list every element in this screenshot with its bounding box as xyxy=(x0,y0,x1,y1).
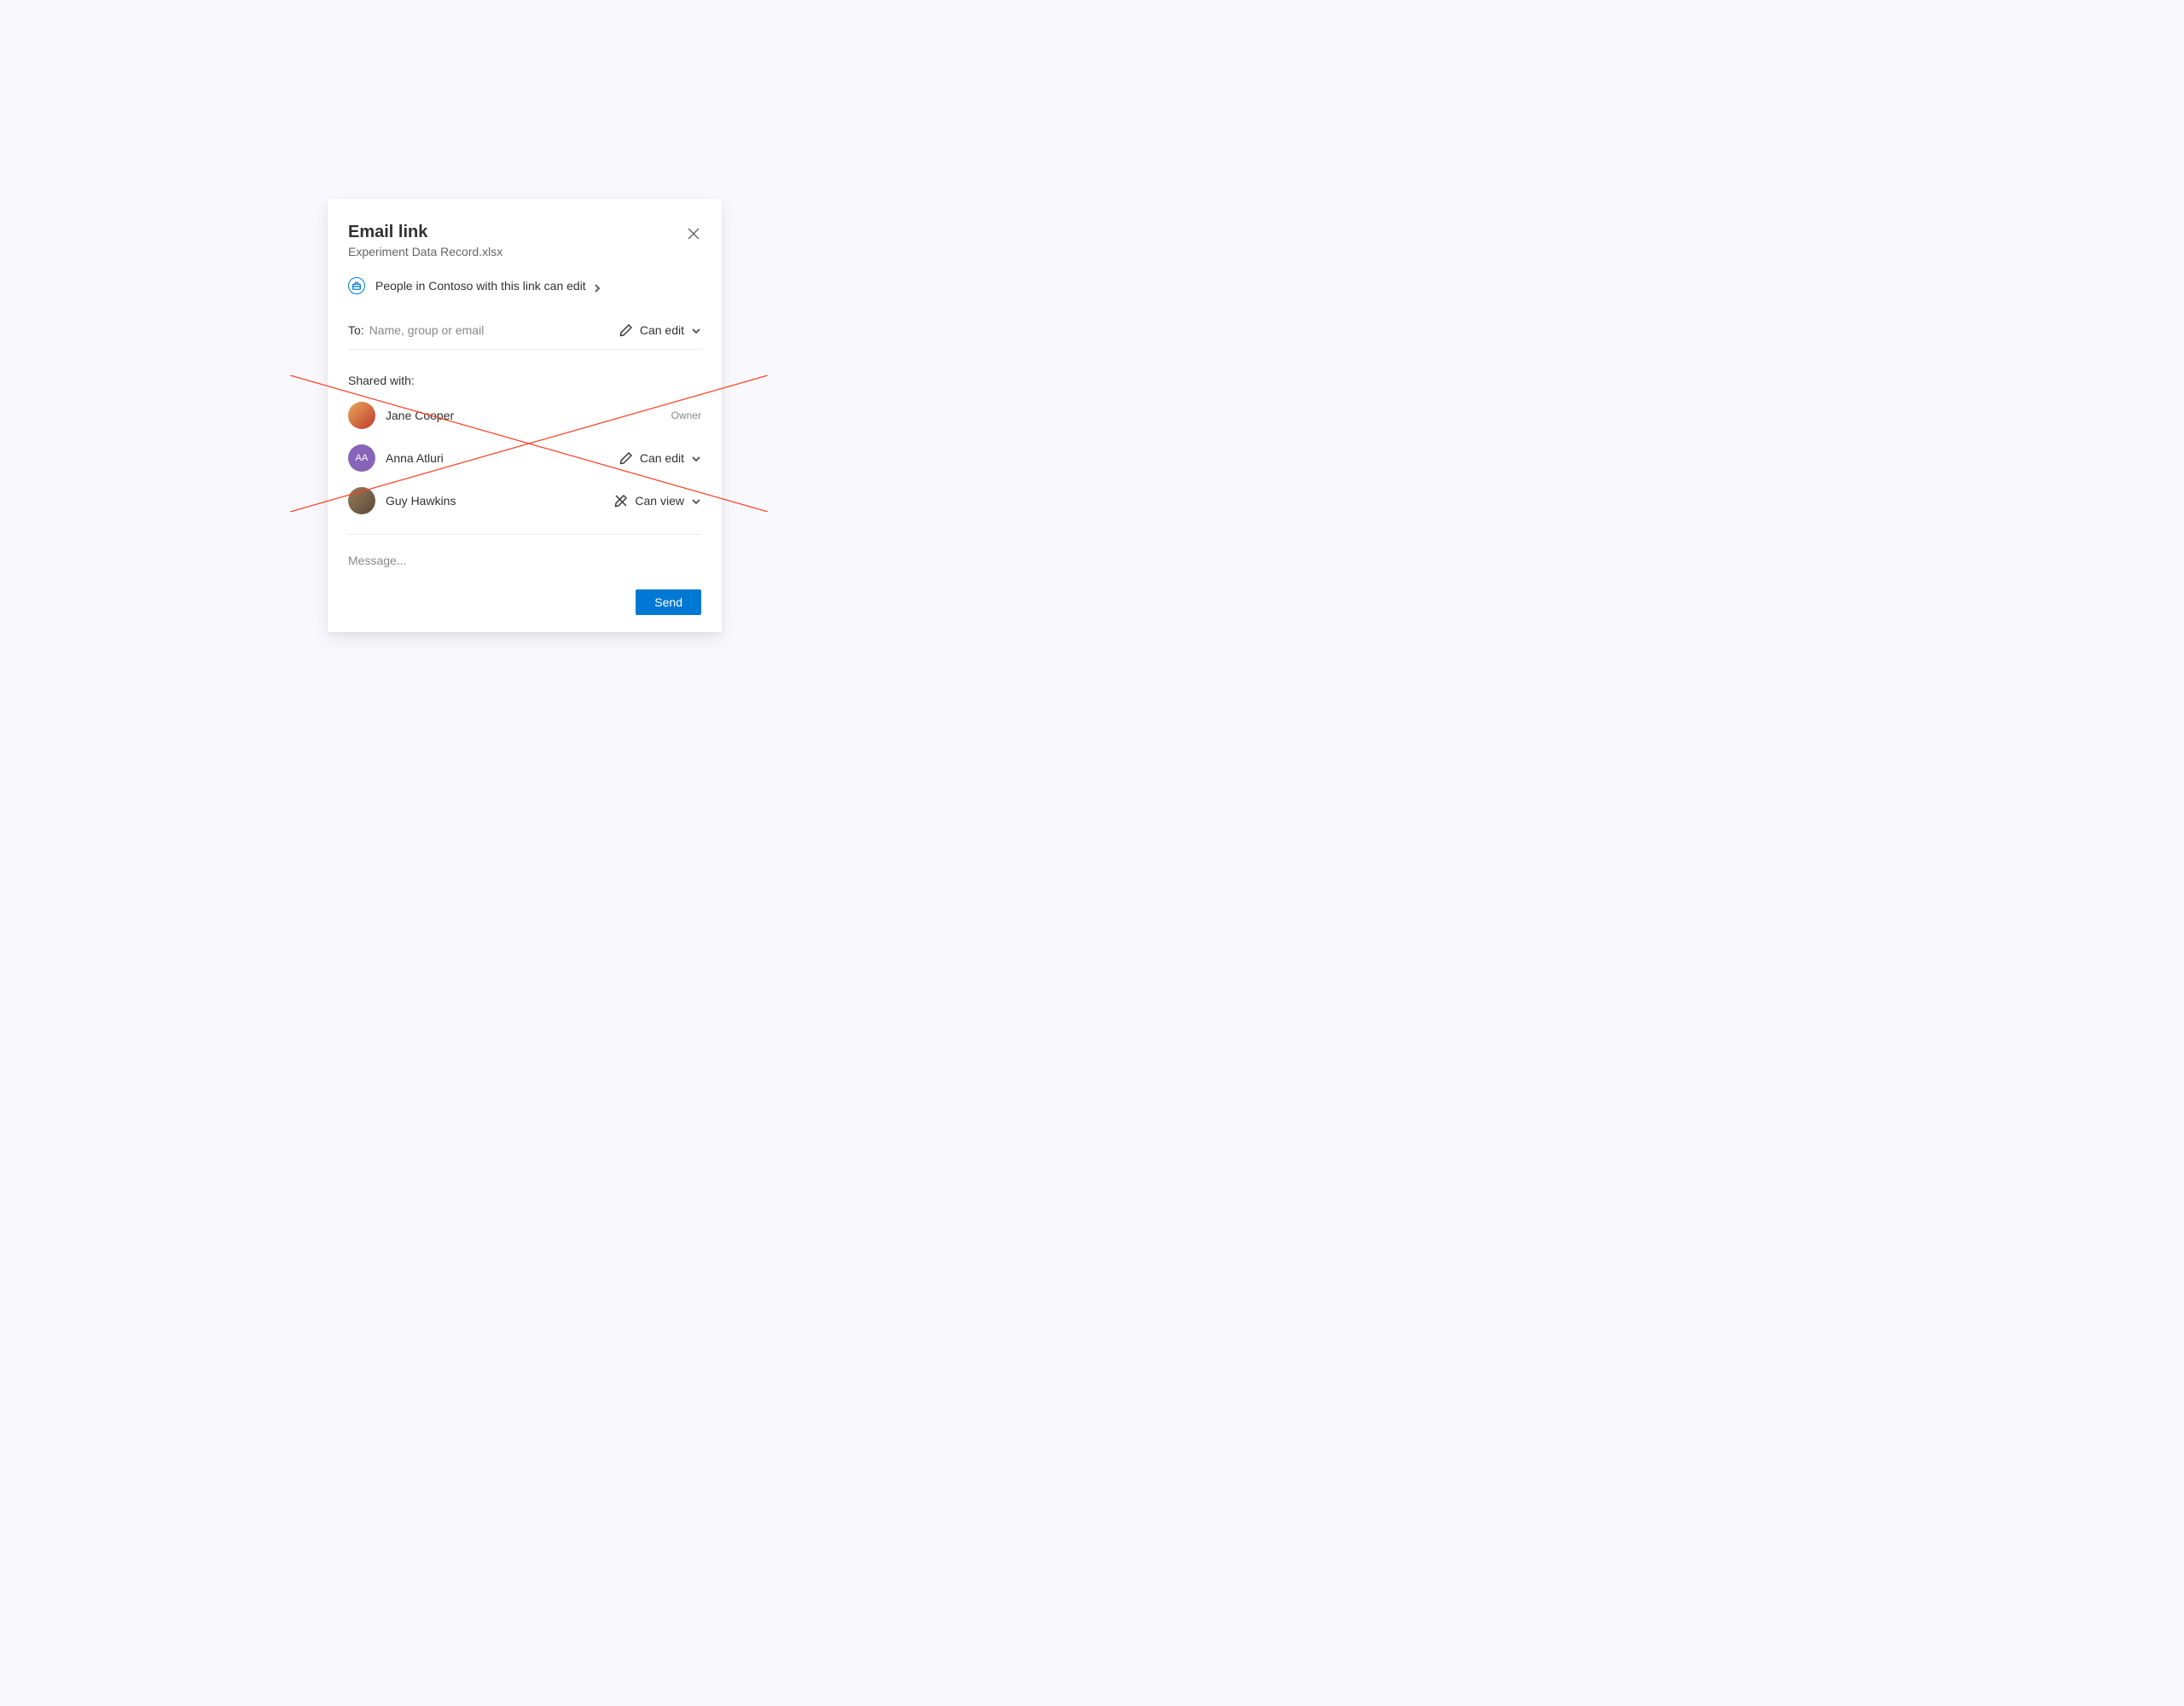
person-permission-text: Can edit xyxy=(640,451,684,465)
person-permission-text: Can view xyxy=(635,494,684,508)
recipient-row: To: Can edit xyxy=(348,323,701,350)
pencil-icon xyxy=(619,323,633,337)
chevron-down-icon xyxy=(691,496,701,506)
avatar: AA xyxy=(348,444,375,472)
pencil-slash-icon xyxy=(614,494,628,508)
briefcase-icon xyxy=(348,277,365,294)
link-settings-button[interactable]: People in Contoso with this link can edi… xyxy=(348,277,701,294)
close-button[interactable] xyxy=(688,228,701,241)
pencil-icon xyxy=(619,451,633,465)
shared-with-label: Shared with: xyxy=(348,374,701,387)
person-permission-dropdown[interactable]: Can edit xyxy=(619,451,701,465)
shared-person-row: AA Anna Atluri Can edit xyxy=(348,437,701,479)
person-left: Guy Hawkins xyxy=(348,487,456,514)
to-label: To: xyxy=(348,323,364,337)
dialog-header: Email link Experiment Data Record.xlsx xyxy=(348,223,701,258)
avatar xyxy=(348,402,375,429)
avatar-initials: AA xyxy=(356,453,369,463)
chevron-right-icon xyxy=(593,281,601,290)
person-left: Jane Cooper xyxy=(348,402,454,429)
person-name: Jane Cooper xyxy=(386,409,454,422)
recipient-input-group: To: xyxy=(348,323,540,337)
avatar xyxy=(348,487,375,514)
person-name: Anna Atluri xyxy=(386,451,444,465)
person-left: AA Anna Atluri xyxy=(348,444,444,472)
owner-label: Owner xyxy=(671,409,701,421)
recipient-input[interactable] xyxy=(369,323,540,337)
shared-person-row: Guy Hawkins Can view xyxy=(348,479,701,522)
shared-person-row: Jane Cooper Owner xyxy=(348,394,701,437)
dialog-title: Email link xyxy=(348,223,502,242)
chevron-down-icon xyxy=(691,325,701,335)
chevron-down-icon xyxy=(691,453,701,463)
dialog-footer: Send xyxy=(348,589,701,615)
message-input[interactable] xyxy=(348,554,701,567)
close-icon xyxy=(688,228,701,240)
link-settings-text: People in Contoso with this link can edi… xyxy=(375,279,586,293)
dialog-title-block: Email link Experiment Data Record.xlsx xyxy=(348,223,502,258)
person-permission-dropdown[interactable]: Can view xyxy=(614,494,701,508)
recipient-permission-dropdown[interactable]: Can edit xyxy=(619,323,701,337)
dialog-subtitle: Experiment Data Record.xlsx xyxy=(348,245,502,258)
divider xyxy=(348,534,701,535)
send-button[interactable]: Send xyxy=(636,589,701,615)
email-link-dialog: Email link Experiment Data Record.xlsx P… xyxy=(328,199,722,632)
person-name: Guy Hawkins xyxy=(386,494,456,508)
shared-with-list: Jane Cooper Owner AA Anna Atluri Can edi… xyxy=(348,394,701,522)
recipient-permission-text: Can edit xyxy=(640,323,684,337)
